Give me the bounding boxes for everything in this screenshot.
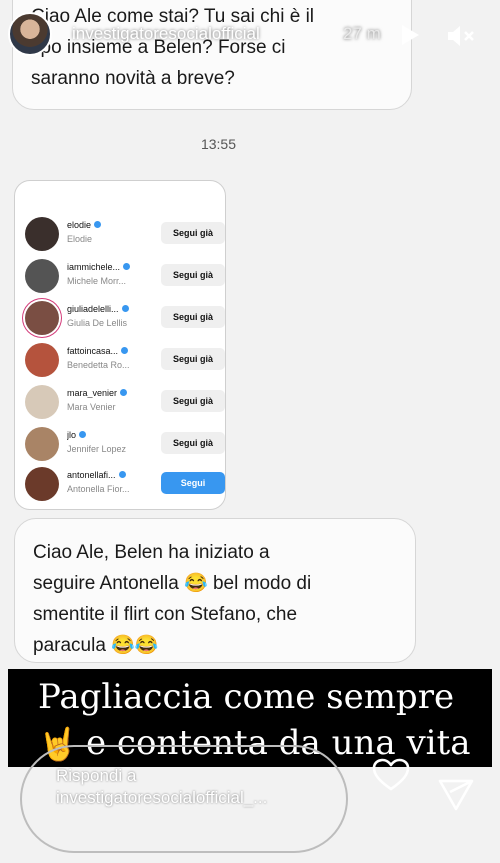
send-icon[interactable] xyxy=(437,778,475,812)
follow-button[interactable]: Segui xyxy=(161,472,225,494)
account-row: jlo Jennifer Lopez Segui già xyxy=(25,427,225,463)
verified-icon xyxy=(94,221,102,228)
account-handle: giuliadelelli... xyxy=(67,304,155,314)
following-button[interactable]: Segui già xyxy=(161,264,225,286)
verified-icon xyxy=(120,389,128,396)
account-row: iammichele... Michele Morr... Segui già xyxy=(25,259,225,295)
story-time-ago: 27 m xyxy=(343,24,381,43)
play-icon[interactable] xyxy=(400,24,420,46)
mute-icon[interactable] xyxy=(447,25,475,47)
shared-screenshot[interactable]: elodie Elodie Segui già iammichele... Mi… xyxy=(14,180,226,510)
account-name: Benedetta Ro... xyxy=(67,360,130,370)
verified-icon xyxy=(118,471,126,478)
account-row: mara_venier Mara Venier Segui già xyxy=(25,385,225,421)
avatar[interactable] xyxy=(8,12,52,56)
account-avatar xyxy=(25,343,59,377)
message-timestamp: 13:55 xyxy=(200,136,237,152)
verified-icon xyxy=(79,431,87,438)
following-button[interactable]: Segui già xyxy=(161,390,225,412)
story-username[interactable]: investigatoresocialofficial xyxy=(72,24,260,44)
account-name: Michele Morr... xyxy=(67,276,127,286)
account-row: fattoincasa... Benedetta Ro... Segui già xyxy=(25,343,225,379)
account-row: antonellafi... Antonella Fior... Segui xyxy=(25,467,225,503)
account-avatar xyxy=(25,301,59,335)
account-handle: iammichele... xyxy=(67,262,155,272)
account-name: Antonella Fior... xyxy=(67,484,130,494)
account-avatar xyxy=(25,385,59,419)
message-bubble-incoming: Ciao Ale, Belen ha iniziato a seguire An… xyxy=(14,518,416,663)
account-row: elodie Elodie Segui già xyxy=(25,217,225,253)
following-button[interactable]: Segui già xyxy=(161,348,225,370)
reply-input[interactable]: Rispondi a investigatoresocialofficial_.… xyxy=(20,745,348,853)
reply-placeholder: Rispondi a investigatoresocialofficial_.… xyxy=(56,766,268,807)
following-button[interactable]: Segui già xyxy=(161,222,225,244)
story-header: investigatoresocialofficial 27 m xyxy=(0,12,500,58)
verified-icon xyxy=(121,347,129,354)
account-handle: fattoincasa... xyxy=(67,346,155,356)
account-name: Elodie xyxy=(67,234,93,244)
verified-icon xyxy=(121,305,129,312)
heart-icon[interactable] xyxy=(372,758,410,792)
account-handle: jlo xyxy=(67,430,155,440)
following-button[interactable]: Segui già xyxy=(161,432,225,454)
account-name: Giulia De Lellis xyxy=(67,318,128,328)
account-avatar xyxy=(25,259,59,293)
following-button[interactable]: Segui già xyxy=(161,306,225,328)
account-row: giuliadelelli... Giulia De Lellis Segui … xyxy=(25,301,225,337)
message-text: Ciao Ale, Belen ha iniziato a seguire An… xyxy=(33,542,312,656)
account-avatar xyxy=(25,467,59,501)
account-name: Mara Venier xyxy=(67,402,116,412)
account-handle: elodie xyxy=(67,220,155,230)
account-avatar xyxy=(25,427,59,461)
account-handle: antonellafi... xyxy=(67,470,155,480)
account-name: Jennifer Lopez xyxy=(67,444,127,454)
caption-line: Pagliaccia come sempre xyxy=(38,677,455,717)
account-avatar xyxy=(25,217,59,251)
account-handle: mara_venier xyxy=(67,388,155,398)
verified-icon xyxy=(123,263,131,270)
